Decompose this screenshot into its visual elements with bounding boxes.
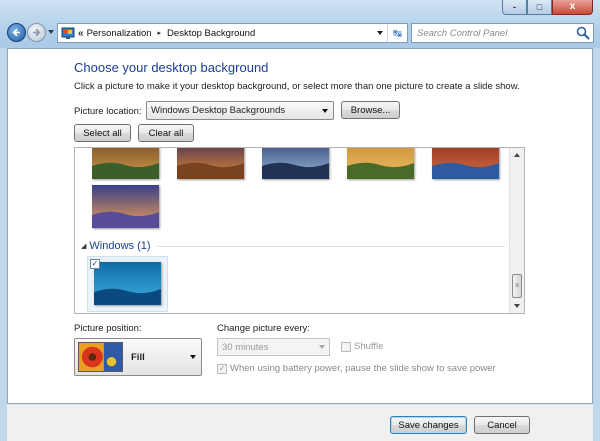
clear-all-button[interactable]: Clear all bbox=[138, 124, 194, 142]
picture-position-label: Picture position: bbox=[74, 323, 142, 334]
fill-mode-preview-icon bbox=[78, 342, 123, 372]
refresh-icon: ↹ bbox=[392, 27, 403, 40]
minimize-button[interactable]: - bbox=[502, 0, 527, 15]
address-dropdown-button[interactable] bbox=[373, 24, 387, 42]
wallpaper-thumbnail[interactable] bbox=[347, 148, 414, 179]
picture-location-label: Picture location: bbox=[74, 106, 142, 117]
chevron-down-icon bbox=[319, 345, 325, 349]
page-title: Choose your desktop background bbox=[74, 60, 269, 75]
back-arrow-icon bbox=[12, 28, 21, 37]
cancel-button[interactable]: Cancel bbox=[474, 416, 530, 434]
forward-button[interactable] bbox=[27, 23, 46, 42]
shuffle-label: Shuffle bbox=[354, 341, 384, 352]
maximize-button[interactable]: □ bbox=[527, 0, 552, 15]
content-pane: Choose your desktop background Click a p… bbox=[7, 48, 593, 404]
battery-pause-checkbox[interactable]: ✓ bbox=[217, 364, 227, 374]
wallpaper-thumbnail[interactable] bbox=[262, 148, 329, 179]
wallpaper-thumbnail[interactable] bbox=[177, 148, 244, 179]
gallery-scrollbar[interactable]: ≡ bbox=[509, 148, 524, 313]
chevron-up-icon bbox=[514, 153, 520, 157]
back-button[interactable] bbox=[7, 23, 26, 42]
page-subtitle: Click a picture to make it your desktop … bbox=[74, 81, 520, 92]
picture-position-value: Fill bbox=[131, 351, 145, 363]
chevron-down-icon bbox=[377, 31, 383, 35]
battery-pause-label: When using battery power, pause the slid… bbox=[230, 363, 496, 374]
control-panel-icon bbox=[61, 27, 75, 39]
select-all-button[interactable]: Select all bbox=[74, 124, 131, 142]
wallpaper-thumbnail[interactable] bbox=[92, 148, 159, 179]
breadcrumb-personalization[interactable]: Personalization bbox=[87, 28, 152, 39]
recent-pages-dropdown[interactable] bbox=[48, 30, 54, 34]
minimize-icon: - bbox=[513, 1, 516, 12]
wallpaper-checkbox[interactable]: ✓ bbox=[90, 259, 100, 269]
close-icon: x bbox=[569, 1, 576, 12]
scroll-down-button[interactable] bbox=[510, 299, 524, 313]
chevron-down-icon bbox=[190, 355, 196, 359]
chevron-down-icon bbox=[514, 304, 520, 308]
button-bar: Save changes Cancel bbox=[7, 404, 593, 441]
shuffle-checkbox[interactable] bbox=[341, 342, 351, 352]
search-icon[interactable] bbox=[576, 26, 590, 40]
picture-location-value: Windows Desktop Backgrounds bbox=[151, 105, 286, 116]
chevron-down-icon bbox=[322, 108, 328, 113]
wallpaper-thumbnail[interactable] bbox=[92, 185, 159, 228]
search-box[interactable]: Search Control Panel bbox=[411, 23, 594, 43]
close-button[interactable]: x bbox=[552, 0, 593, 15]
address-overflow[interactable]: « bbox=[78, 28, 83, 39]
wallpaper-gallery: ◢ Windows (1) ✓ ≡ bbox=[74, 147, 525, 314]
scroll-up-button[interactable] bbox=[510, 148, 524, 162]
wallpaper-thumbnail[interactable] bbox=[432, 148, 499, 179]
window-chrome: - □ x « Personalization ▸ Desktop Backgr… bbox=[0, 0, 600, 48]
forward-arrow-icon bbox=[32, 28, 41, 37]
refresh-button[interactable]: ↹ bbox=[387, 24, 407, 42]
collapse-arrow-icon[interactable]: ◢ bbox=[81, 242, 86, 250]
group-label: Windows (1) bbox=[89, 240, 151, 252]
scroll-thumb[interactable]: ≡ bbox=[512, 274, 522, 298]
picture-position-select[interactable]: Fill bbox=[74, 338, 202, 376]
save-changes-button[interactable]: Save changes bbox=[390, 416, 467, 434]
group-divider bbox=[156, 245, 505, 247]
maximize-icon: □ bbox=[536, 1, 543, 12]
interval-select[interactable]: 30 minutes bbox=[217, 338, 330, 356]
change-picture-label: Change picture every: bbox=[217, 323, 310, 334]
group-header-windows[interactable]: ◢ Windows (1) bbox=[81, 240, 505, 252]
browse-button[interactable]: Browse... bbox=[341, 101, 400, 119]
interval-value: 30 minutes bbox=[222, 341, 269, 353]
selected-wallpaper-frame[interactable]: ✓ bbox=[87, 256, 168, 312]
address-bar[interactable]: « Personalization ▸ Desktop Background ↹ bbox=[57, 23, 408, 43]
caption-buttons: - □ x bbox=[502, 0, 593, 15]
search-input[interactable]: Search Control Panel bbox=[417, 28, 576, 39]
breadcrumb-desktop-background[interactable]: Desktop Background bbox=[167, 28, 255, 39]
breadcrumb-separator-icon[interactable]: ▸ bbox=[158, 29, 162, 37]
picture-location-select[interactable]: Windows Desktop Backgrounds bbox=[146, 101, 334, 120]
wallpaper-thumbnail-windows[interactable] bbox=[94, 262, 161, 305]
